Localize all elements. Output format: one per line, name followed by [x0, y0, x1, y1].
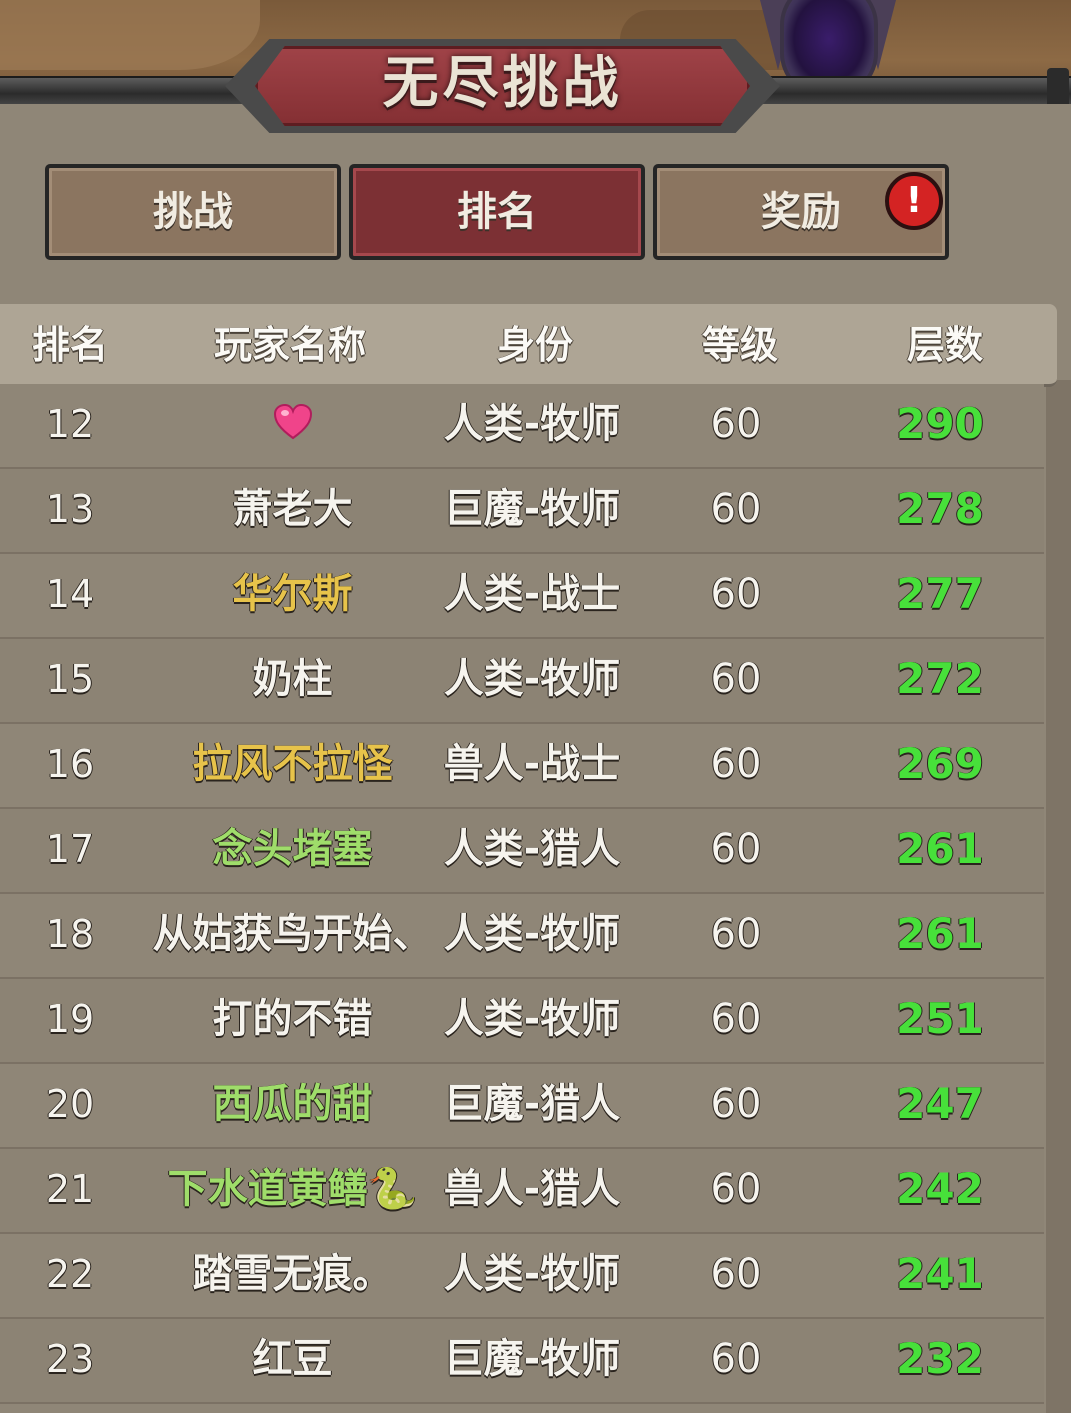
rank-cell: 22	[45, 1252, 95, 1296]
identity-cell: 人类-牧师	[443, 401, 621, 447]
table-row[interactable]: 21 下水道黄鳝🐍 兽人-猎人 60 242	[0, 1149, 1044, 1234]
floor-cell: 232	[896, 1334, 984, 1383]
player-name-cell: 华尔斯	[232, 571, 353, 617]
floor-cell: 272	[896, 654, 984, 703]
identity-cell: 兽人-猎人	[443, 1166, 621, 1212]
table-row[interactable]: 13 萧老大 巨魔-牧师 60 278	[0, 469, 1044, 554]
rank-cell: 19	[45, 997, 95, 1041]
identity-cell: 人类-战士	[443, 571, 621, 617]
scrollbar-track[interactable]	[1046, 380, 1071, 1413]
level-cell: 60	[710, 826, 762, 872]
level-cell: 60	[710, 741, 762, 787]
rank-cell: 23	[45, 1337, 95, 1381]
identity-cell: 人类-猎人	[443, 826, 621, 872]
rank-cell: 17	[45, 827, 95, 871]
rank-cell: 15	[45, 657, 95, 701]
rank-cell: 13	[45, 487, 95, 531]
identity-cell: 人类-牧师	[443, 1251, 621, 1297]
level-cell: 60	[710, 571, 762, 617]
page-title: 无尽挑战	[382, 51, 623, 116]
floor-cell: 269	[896, 739, 984, 788]
level-cell: 60	[710, 1081, 762, 1127]
level-cell: 60	[710, 656, 762, 702]
table-row[interactable]: 12 人类-牧师 60 290	[0, 384, 1044, 469]
player-name-cell: 下水道黄鳝🐍	[167, 1166, 418, 1212]
level-cell: 60	[710, 911, 762, 957]
identity-cell: 人类-牧师	[443, 996, 621, 1042]
table-row[interactable]: 19 打的不错 人类-牧师 60 251	[0, 979, 1044, 1064]
floor-cell: 277	[896, 569, 984, 618]
table-row[interactable]: 16 拉风不拉怪 兽人-战士 60 269	[0, 724, 1044, 809]
column-header-player-name: 玩家名称	[213, 323, 366, 367]
table-row[interactable]: 15 奶柱 人类-牧师 60 272	[0, 639, 1044, 724]
table-row[interactable]: 18 从姑获鸟开始、 人类-牧师 60 261	[0, 894, 1044, 979]
player-name-cell: 西瓜的甜	[212, 1081, 373, 1127]
table-row[interactable]: 22 踏雪无痕。 人类-牧师 60 241	[0, 1234, 1044, 1319]
table-row[interactable]: 20 西瓜的甜 巨魔-猎人 60 247	[0, 1064, 1044, 1149]
rank-cell: 14	[45, 572, 95, 616]
identity-cell: 巨魔-牧师	[443, 486, 621, 532]
identity-cell: 巨魔-牧师	[443, 1336, 621, 1382]
identity-cell: 兽人-战士	[443, 741, 621, 787]
heart-emoji-icon	[273, 390, 313, 440]
tab-challenge[interactable]: 挑战	[45, 164, 341, 260]
player-name-cell: 红豆	[252, 1336, 333, 1382]
column-header-floors: 层数	[906, 323, 983, 367]
floor-cell: 278	[896, 484, 984, 533]
level-cell: 60	[710, 1336, 762, 1382]
leaderboard-table: 12 人类-牧师 60 290 13 萧老大 巨魔-牧师 60 278 14 华尔斯 人类-战士 60 2…	[0, 384, 1044, 1404]
identity-cell: 人类-牧师	[443, 656, 621, 702]
floor-cell: 247	[896, 1079, 984, 1128]
rank-cell: 16	[45, 742, 95, 786]
table-row[interactable]: 17 念头堵塞 人类-猎人 60 261	[0, 809, 1044, 894]
table-row[interactable]: 14 华尔斯 人类-战士 60 277	[0, 554, 1044, 639]
floor-cell: 290	[896, 399, 984, 448]
column-header-rank: 排名	[31, 323, 108, 367]
alert-badge-icon: !	[885, 172, 943, 230]
floor-cell: 261	[896, 824, 984, 873]
player-name-cell: 念头堵塞	[212, 826, 373, 872]
player-name-cell: 踏雪无痕。	[192, 1251, 393, 1297]
tab-ranking[interactable]: 排名	[349, 164, 645, 260]
level-cell: 60	[710, 996, 762, 1042]
player-name-cell: 打的不错	[212, 996, 373, 1042]
rank-cell: 21	[45, 1167, 95, 1211]
table-row[interactable]: 23 红豆 巨魔-牧师 60 232	[0, 1319, 1044, 1404]
level-cell: 60	[710, 1251, 762, 1297]
rank-cell: 20	[45, 1082, 95, 1126]
floor-cell: 261	[896, 909, 984, 958]
player-name-cell	[145, 384, 440, 467]
player-name-cell: 拉风不拉怪	[192, 741, 393, 787]
floor-cell: 251	[896, 994, 984, 1043]
floor-cell: 241	[896, 1249, 984, 1298]
player-name-cell: 奶柱	[252, 656, 333, 702]
rank-cell: 18	[45, 912, 95, 956]
column-header-identity: 身份	[496, 323, 573, 367]
rock-decoration	[0, 0, 260, 70]
floor-cell: 242	[896, 1164, 984, 1213]
title-banner: 无尽挑战	[225, 30, 780, 142]
identity-cell: 人类-牧师	[443, 911, 621, 957]
level-cell: 60	[710, 1166, 762, 1212]
identity-cell: 巨魔-猎人	[443, 1081, 621, 1127]
rank-cell: 12	[45, 402, 95, 446]
player-name-cell: 萧老大	[232, 486, 353, 532]
player-name-cell: 从姑获鸟开始、	[152, 911, 433, 957]
level-cell: 60	[710, 401, 762, 447]
level-cell: 60	[710, 486, 762, 532]
column-header-level: 等级	[701, 323, 778, 367]
table-header: 排名 玩家名称 身份 等级 层数	[0, 304, 1057, 387]
